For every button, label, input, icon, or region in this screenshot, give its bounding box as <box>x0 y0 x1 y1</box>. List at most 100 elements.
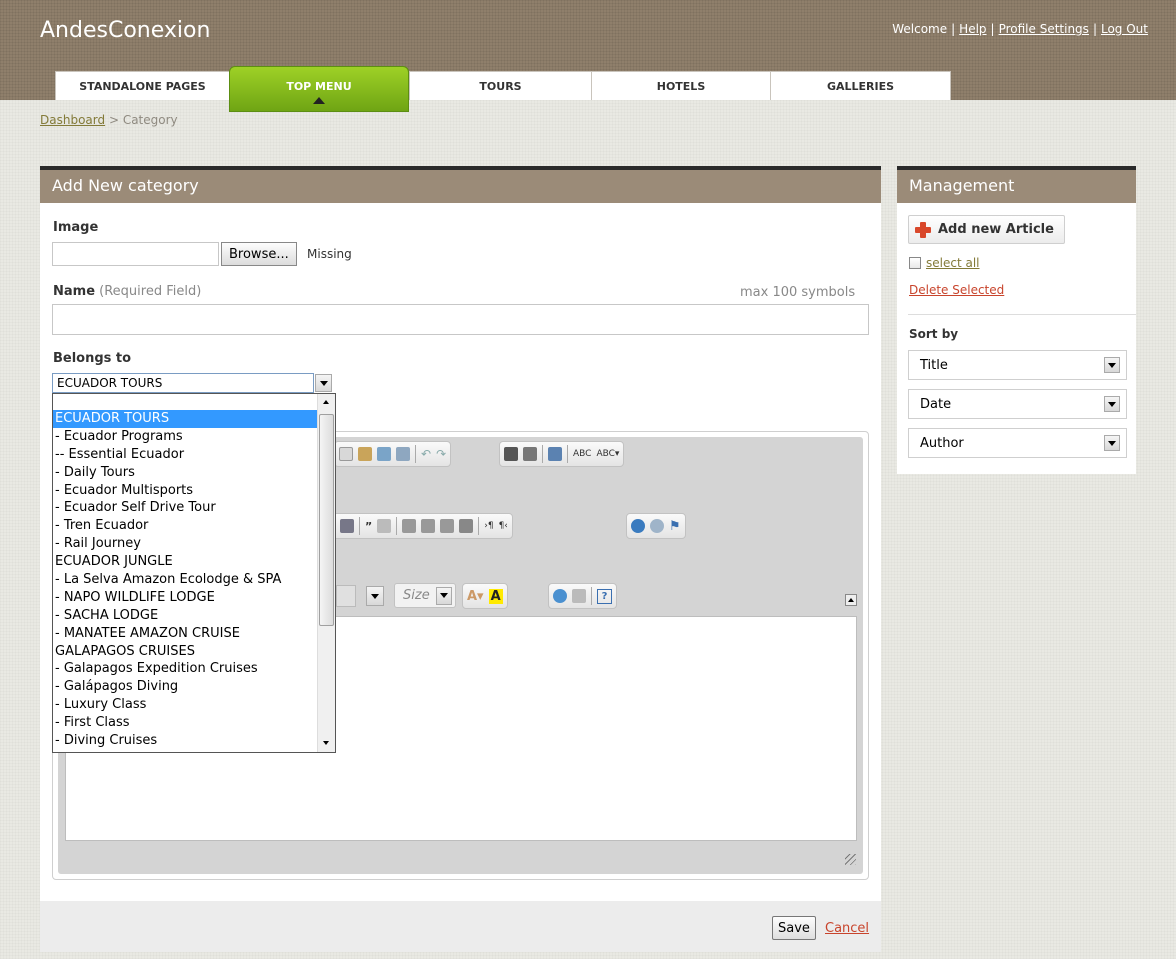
sort-date-select[interactable]: Date <box>908 389 1127 419</box>
size-select[interactable]: Size <box>394 583 456 608</box>
unlink-icon[interactable] <box>650 519 664 533</box>
top-user-nav: Welcome | Help | Profile Settings | Log Out <box>892 22 1148 36</box>
justify-icon[interactable] <box>459 519 474 533</box>
paste-icon[interactable] <box>358 447 372 461</box>
select-all-row: select all <box>909 256 980 270</box>
options-scrollbar[interactable] <box>317 394 335 752</box>
help-icon[interactable]: ? <box>597 588 612 604</box>
list-item[interactable]: - Ecuador Programs <box>53 428 317 446</box>
select-all-link[interactable]: select all <box>926 256 980 270</box>
tab-standalone-pages[interactable]: STANDALONE PAGES <box>55 71 230 100</box>
belongs-to-dropdown-arrow-icon[interactable] <box>315 374 332 392</box>
list-item[interactable]: - NAPO WILDLIFE LODGE <box>53 589 317 607</box>
spellcheck-menu-icon[interactable]: ABC▾ <box>596 449 619 459</box>
toolbar-separator <box>542 445 543 463</box>
save-button[interactable]: Save <box>772 916 816 940</box>
browse-button[interactable]: Browse... <box>221 242 297 266</box>
tab-tours[interactable]: TOURS <box>409 71 592 100</box>
list-item[interactable]: - Galapagos Expedition Cruises <box>53 660 317 678</box>
site-logo[interactable]: AndesConexion <box>40 18 210 43</box>
active-tab-arrow-icon <box>313 97 325 104</box>
list-item[interactable]: - La Selva Amazon Ecolodge & SPA <box>53 571 317 589</box>
management-title: Management <box>897 166 1136 203</box>
scroll-up-icon[interactable] <box>323 400 329 404</box>
align-center-icon[interactable] <box>421 519 436 533</box>
tab-galleries[interactable]: GALLERIES <box>770 71 951 100</box>
list-item[interactable]: - SACHA LODGE <box>53 607 317 625</box>
spellcheck-icon[interactable]: ABC <box>573 449 591 459</box>
sort-author-arrow-icon[interactable] <box>1104 435 1120 451</box>
maximize-icon[interactable] <box>553 589 567 603</box>
paste-word-icon[interactable] <box>396 447 410 461</box>
belongs-to-select[interactable]: ECUADOR TOURS <box>52 373 314 393</box>
list-item[interactable]: - Daily Tours <box>53 464 317 482</box>
indent-icon[interactable] <box>340 519 354 533</box>
sort-title-select[interactable]: Title <box>908 350 1127 380</box>
font-dropdown-arrow-icon[interactable] <box>366 586 384 606</box>
list-item[interactable]: - Ecuador Multisports <box>53 482 317 500</box>
belongs-to-options-list[interactable]: ECUADOR TOURS - Ecuador Programs -- Esse… <box>52 393 336 753</box>
tab-top-menu[interactable]: TOP MENU <box>229 66 409 112</box>
bg-color-icon[interactable]: A <box>488 588 503 604</box>
replace-icon[interactable] <box>523 447 537 461</box>
name-input[interactable] <box>52 304 869 335</box>
plus-icon <box>915 221 931 238</box>
image-status: Missing <box>307 247 352 261</box>
list-item[interactable]: ECUADOR TOURS <box>53 410 317 428</box>
undo-icon[interactable]: ↶ <box>421 447 431 461</box>
sort-date-arrow-icon[interactable] <box>1104 396 1120 412</box>
sort-title-arrow-icon[interactable] <box>1104 357 1120 373</box>
panel-title: Add New category <box>40 166 881 203</box>
delete-selected-link[interactable]: Delete Selected <box>909 283 1004 297</box>
add-article-button[interactable]: Add new Article <box>908 215 1065 244</box>
resize-handle-icon[interactable] <box>845 854 856 865</box>
list-item[interactable]: - Tren Ecuador <box>53 517 317 535</box>
list-item[interactable]: - Diving Cruises <box>53 732 317 750</box>
list-item[interactable]: - Luxury Class <box>53 696 317 714</box>
text-color-icon[interactable]: A▾ <box>467 589 484 604</box>
show-blocks-icon[interactable] <box>572 589 586 603</box>
size-placeholder: Size <box>403 588 430 603</box>
rtl-icon[interactable]: ¶‹ <box>499 521 508 531</box>
create-div-icon[interactable] <box>377 519 392 533</box>
align-right-icon[interactable] <box>440 519 455 533</box>
cancel-link[interactable]: Cancel <box>825 921 869 936</box>
anchor-flag-icon[interactable]: ⚑ <box>669 519 681 534</box>
align-left-icon[interactable] <box>402 519 417 533</box>
sort-author-select[interactable]: Author <box>908 428 1127 458</box>
header-bar: AndesConexion Welcome | Help | Profile Setti… <box>0 0 1176 112</box>
name-label-row: Name (Required Field) <box>53 284 201 299</box>
find-icon[interactable] <box>504 447 518 461</box>
editor-tools-toolbar: ? <box>548 583 617 609</box>
size-dropdown-arrow-icon[interactable] <box>436 586 452 605</box>
redo-icon[interactable]: ↷ <box>436 447 446 461</box>
scroll-down-icon[interactable] <box>323 741 329 745</box>
blockquote-icon[interactable]: ” <box>365 520 372 533</box>
breadcrumb-dashboard-link[interactable]: Dashboard <box>40 113 105 127</box>
scrollbar-thumb[interactable] <box>319 414 334 626</box>
list-item[interactable]: - Galápagos Diving <box>53 678 317 696</box>
paste-text-icon[interactable] <box>377 447 391 461</box>
list-item[interactable]: -- Essential Ecuador <box>53 446 317 464</box>
profile-settings-link[interactable]: Profile Settings <box>999 22 1089 36</box>
list-item[interactable]: - Rail Journey <box>53 535 317 553</box>
editor-paste-toolbar: ↶ ↷ <box>334 441 452 467</box>
add-article-label: Add new Article <box>938 222 1054 237</box>
collapse-toolbar-icon[interactable] <box>845 594 857 606</box>
list-item[interactable]: - MANATEE AMAZON CRUISE <box>53 625 317 643</box>
link-icon[interactable] <box>631 519 645 533</box>
ltr-icon[interactable]: ›¶ <box>484 521 493 531</box>
select-all-icon[interactable] <box>548 447 562 461</box>
list-item[interactable]: GALAPAGOS CRUISES <box>53 643 317 661</box>
tab-hotels[interactable]: HOTELS <box>591 71 771 100</box>
list-item[interactable]: ECUADOR JUNGLE <box>53 553 317 571</box>
logout-link[interactable]: Log Out <box>1101 22 1148 36</box>
tab-label: STANDALONE PAGES <box>79 79 206 93</box>
help-link[interactable]: Help <box>959 22 986 36</box>
copy-icon[interactable] <box>339 447 353 461</box>
list-item[interactable]: - Ecuador Self Drive Tour <box>53 499 317 517</box>
select-all-checkbox[interactable] <box>909 257 921 269</box>
list-item[interactable]: - First Class <box>53 714 317 732</box>
breadcrumb-current: Category <box>122 113 178 127</box>
image-file-path-field[interactable] <box>52 242 219 266</box>
